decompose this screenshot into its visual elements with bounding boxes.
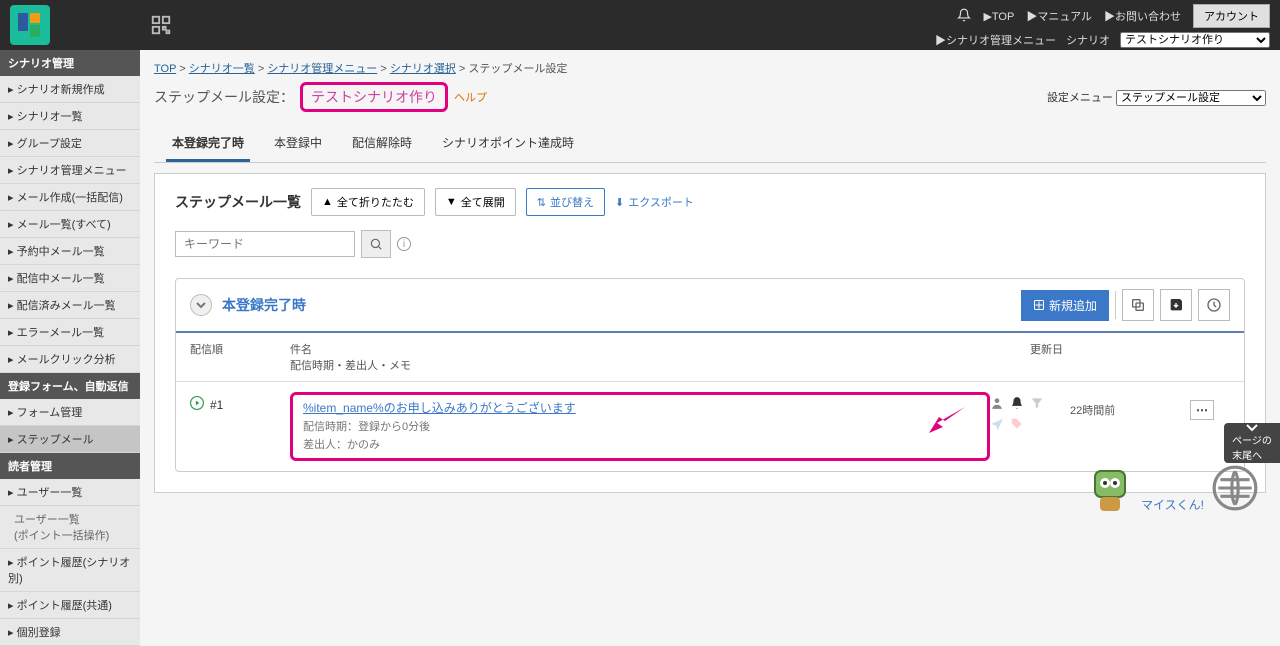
sidebar: シナリオ管理 ▸ シナリオ新規作成 ▸ シナリオ一覧 ▸ グループ設定 ▸ シナ… <box>0 50 140 646</box>
breadcrumb-link[interactable]: シナリオ選択 <box>390 63 456 75</box>
sidebar-item[interactable]: ▸ 予約中メール一覧 <box>0 238 140 265</box>
sidebar-item[interactable]: ▸ フォーム管理 <box>0 399 140 426</box>
logo[interactable] <box>10 5 50 45</box>
link-manual[interactable]: ▶マニュアル <box>1026 8 1092 24</box>
breadcrumb-link[interactable]: シナリオ管理メニュー <box>267 63 377 75</box>
sidebar-header-scenario: シナリオ管理 <box>0 50 140 76</box>
breadcrumb: TOP > シナリオ一覧 > シナリオ管理メニュー > シナリオ選択 > ステッ… <box>154 60 1266 76</box>
tab-unsubscribed[interactable]: 配信解除時 <box>346 130 418 162</box>
more-button[interactable]: ⋯ <box>1190 400 1214 420</box>
user-icon <box>990 396 1004 413</box>
add-new-button[interactable]: 新規追加 <box>1021 290 1109 321</box>
row-order-number: #1 <box>210 398 223 412</box>
sidebar-item[interactable]: ▸ ユーザー一覧 <box>0 479 140 506</box>
search-input[interactable] <box>175 231 355 257</box>
expand-all-button[interactable]: ▼ 全て展開 <box>435 188 516 216</box>
section-title: 本登録完了時 <box>222 295 306 315</box>
row-date: 22時間前 <box>1070 392 1190 418</box>
breadcrumb-current: ステップメール設定 <box>468 63 567 75</box>
sidebar-item[interactable]: ▸ シナリオ新規作成 <box>0 76 140 103</box>
table-row: #1 %item_name%のお申し込みありがとうございます 配信時期：登録から… <box>176 382 1244 471</box>
sidebar-item[interactable]: ▸ グループ設定 <box>0 130 140 157</box>
sidebar-item[interactable]: ▸ 配信中メール一覧 <box>0 265 140 292</box>
arrow-callout-icon <box>927 405 967 438</box>
scenario-label: シナリオ <box>1066 32 1110 48</box>
sort-button[interactable]: ⇅ 並び替え <box>526 188 605 216</box>
col-header-subject-meta: 配信時期・差出人・メモ <box>290 357 1030 373</box>
row-subject-link[interactable]: %item_name%のお申し込みありがとうございます <box>303 401 576 415</box>
sidebar-item[interactable]: ▸ 配信済みメール一覧 <box>0 292 140 319</box>
link-contact[interactable]: ▶お問い合わせ <box>1104 8 1181 24</box>
sidebar-item[interactable]: ▸ 個別登録 <box>0 619 140 646</box>
col-header-order: 配信順 <box>190 341 290 373</box>
sidebar-item[interactable]: ユーザー一覧 (ポイント一括操作) <box>0 506 140 549</box>
sidebar-item[interactable]: ▸ メール作成(一括配信) <box>0 184 140 211</box>
info-icon[interactable]: i <box>397 237 411 251</box>
tag-icon <box>1010 417 1024 434</box>
sidebar-item[interactable]: ▸ シナリオ管理メニュー <box>0 157 140 184</box>
sidebar-item[interactable]: ▸ メールクリック分析 <box>0 346 140 373</box>
fold-all-button[interactable]: ▲ 全て折りたたむ <box>311 188 425 216</box>
setting-menu-label: 設定メニュー <box>1047 92 1113 104</box>
tabs: 本登録完了時 本登録中 配信解除時 シナリオポイント達成時 <box>154 122 1266 163</box>
col-header-subject: 件名 <box>290 341 1030 357</box>
copy-button[interactable] <box>1122 289 1154 321</box>
account-button[interactable]: アカウント <box>1193 4 1270 28</box>
sidebar-item[interactable]: ▸ ポイント履歴(共通) <box>0 592 140 619</box>
col-header-date: 更新日 <box>1030 341 1190 373</box>
scenario-select[interactable]: テストシナリオ作り <box>1120 32 1270 48</box>
collapse-toggle[interactable] <box>190 294 212 316</box>
history-button[interactable] <box>1198 289 1230 321</box>
topbar: ▶TOP ▶マニュアル ▶お問い合わせ アカウント ▶シナリオ管理メニュー シナ… <box>0 0 1280 50</box>
scenario-name-highlight: テストシナリオ作り <box>300 82 448 112</box>
page-title: ステップメール設定： <box>154 87 294 107</box>
bell-icon[interactable] <box>957 8 971 25</box>
tab-registered[interactable]: 本登録完了時 <box>166 130 250 162</box>
sidebar-item-stepmail[interactable]: ▸ ステップメール <box>0 426 140 453</box>
row-subject-highlight: %item_name%のお申し込みありがとうございます 配信時期：登録から0分後… <box>290 392 990 461</box>
tab-registering[interactable]: 本登録中 <box>268 130 328 162</box>
search-button[interactable] <box>361 230 391 258</box>
play-icon[interactable] <box>190 396 204 413</box>
link-top[interactable]: ▶TOP <box>983 10 1014 23</box>
sidebar-item[interactable]: ▸ メール一覧(すべて) <box>0 211 140 238</box>
page-bottom-float[interactable]: ページの 末尾へ <box>1224 423 1280 463</box>
sidebar-item[interactable]: ▸ シナリオ一覧 <box>0 103 140 130</box>
sidebar-item[interactable]: ▸ エラーメール一覧 <box>0 319 140 346</box>
breadcrumb-link[interactable]: シナリオ一覧 <box>189 63 255 75</box>
row-from: 差出人：かのみ <box>303 436 977 452</box>
setting-menu-select[interactable]: ステップメール設定 <box>1116 90 1266 106</box>
sidebar-header-reader: 読者管理 <box>0 453 140 479</box>
tab-point[interactable]: シナリオポイント達成時 <box>436 130 580 162</box>
link-scenario-menu[interactable]: ▶シナリオ管理メニュー <box>935 32 1056 48</box>
row-timing: 配信時期：登録から0分後 <box>303 418 977 434</box>
qr-icon[interactable] <box>150 14 172 36</box>
sidebar-item[interactable]: ▸ ポイント履歴(シナリオ別) <box>0 549 140 592</box>
breadcrumb-link[interactable]: TOP <box>154 63 176 75</box>
bell-icon <box>1010 396 1024 413</box>
export-button[interactable]: ⬇ エクスポート <box>615 194 694 210</box>
help-link[interactable]: ヘルプ <box>454 89 487 105</box>
mascot[interactable]: マイスくん! <box>1085 463 1260 513</box>
filter-icon <box>1030 396 1044 413</box>
sidebar-header-form: 登録フォーム、自動返信 <box>0 373 140 399</box>
download-button[interactable] <box>1160 289 1192 321</box>
send-icon <box>990 417 1004 434</box>
panel-title: ステップメール一覧 <box>175 192 301 212</box>
